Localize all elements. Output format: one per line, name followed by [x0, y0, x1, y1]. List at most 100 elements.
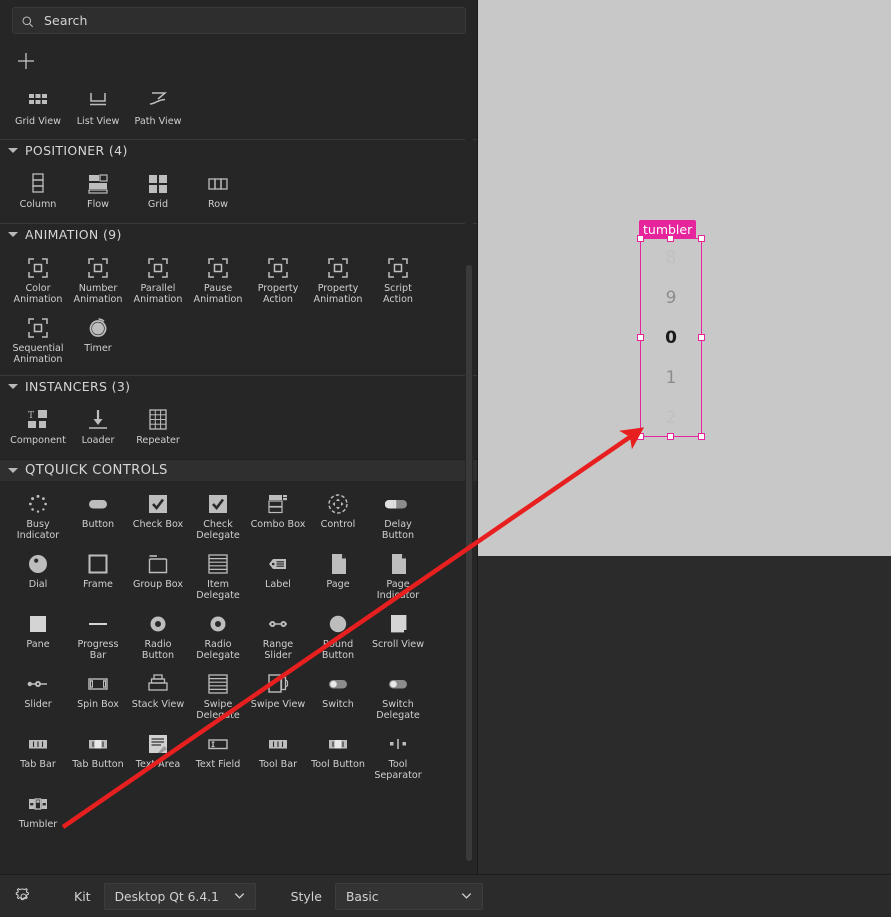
library-item-path-view[interactable]: Path View — [128, 84, 188, 130]
library-item-grid[interactable]: Grid — [128, 167, 188, 213]
grid-icon — [143, 171, 173, 197]
library-item-label: Sequential Animation — [12, 343, 64, 365]
library-item-timer[interactable]: Timer — [68, 311, 128, 365]
chevron-down-icon[interactable] — [460, 887, 473, 906]
library-item-control[interactable]: Control — [308, 487, 368, 541]
library-item-property-animation[interactable]: Property Animation — [308, 251, 368, 305]
library-item-script-action[interactable]: Script Action — [368, 251, 428, 305]
loader-icon — [83, 407, 113, 433]
library-item-label: Label — [265, 579, 291, 590]
library-item-repeater[interactable]: Repeater — [128, 403, 188, 449]
library-item-parallel-animation[interactable]: Parallel Animation — [128, 251, 188, 305]
chevron-down-icon[interactable] — [8, 232, 18, 237]
repeater-icon — [143, 407, 173, 433]
search-input[interactable]: Search — [12, 7, 466, 34]
library-item-item-delegate[interactable]: Item Delegate — [188, 547, 248, 601]
library-scroll-viewport[interactable]: Grid View List View Path View POSITIONER… — [0, 79, 478, 874]
library-item-tool-separator[interactable]: Tool Separator — [368, 727, 428, 781]
library-item-text-field[interactable]: Text Field — [188, 727, 248, 781]
library-item-grid-view[interactable]: Grid View — [8, 84, 68, 130]
library-item-label: Repeater — [136, 435, 180, 446]
library-item-page-indicator[interactable]: Page Indicator — [368, 547, 428, 601]
library-item-pane[interactable]: Pane — [8, 607, 68, 661]
library-item-slider[interactable]: Slider — [8, 667, 68, 721]
library-item-swipe-delegate[interactable]: Swipe Delegate — [188, 667, 248, 721]
library-item-tab-button[interactable]: Tab Button — [68, 727, 128, 781]
library-item-loader[interactable]: Loader — [68, 403, 128, 449]
chevron-down-icon[interactable] — [233, 887, 246, 906]
component-icon: T — [23, 407, 53, 433]
selection-handle-middle-left[interactable] — [637, 334, 644, 341]
library-item-property-action[interactable]: Property Action — [248, 251, 308, 305]
grid-view-icon — [23, 88, 53, 114]
selection-handle-top-center[interactable] — [667, 235, 674, 242]
selection-handle-top-right[interactable] — [698, 235, 705, 242]
library-item-check-box[interactable]: Check Box — [128, 487, 188, 541]
library-scrollbar-thumb[interactable] — [466, 265, 472, 861]
library-item-combo-box[interactable]: Combo Box — [248, 487, 308, 541]
selection-handle-bottom-left[interactable] — [637, 433, 644, 440]
selection-handle-bottom-center[interactable] — [667, 433, 674, 440]
library-item-label: Delay Button — [381, 519, 415, 541]
library-item-radio-button[interactable]: Radio Button — [128, 607, 188, 661]
library-item-frame[interactable]: Frame — [68, 547, 128, 601]
style-select[interactable]: Basic — [334, 883, 483, 910]
chevron-down-icon[interactable] — [8, 468, 18, 473]
selection-handle-bottom-right[interactable] — [698, 433, 705, 440]
library-item-delay-button[interactable]: Delay Button — [368, 487, 428, 541]
library-item-label: Check Box — [132, 519, 184, 530]
library-item-stack-view[interactable]: Stack View — [128, 667, 188, 721]
library-item-round-button[interactable]: Round Button — [308, 607, 368, 661]
library-item-row[interactable]: Row — [188, 167, 248, 213]
library-item-tool-button[interactable]: Tool Button — [308, 727, 368, 781]
selection-handle-top-left[interactable] — [637, 235, 644, 242]
selection-handle-middle-right[interactable] — [698, 334, 705, 341]
canvas-tumbler-component[interactable]: 8 9 0 1 2 — [641, 239, 701, 436]
library-item-component[interactable]: T Component — [8, 403, 68, 449]
library-item-swipe-view[interactable]: Swipe View — [248, 667, 308, 721]
library-item-flow[interactable]: Flow — [68, 167, 128, 213]
library-item-label: Check Delegate — [196, 519, 240, 541]
library-item-tab-bar[interactable]: Tab Bar — [8, 727, 68, 781]
section-header-positioner[interactable]: POSITIONER (4) — [0, 139, 478, 161]
library-item-dial[interactable]: Dial — [8, 547, 68, 601]
kit-select[interactable]: Desktop Qt 6.4.1 — [103, 883, 256, 910]
library-item-color-animation[interactable]: Color Animation — [8, 251, 68, 305]
library-item-sequential-animation[interactable]: Sequential Animation — [8, 311, 68, 365]
library-item-pause-animation[interactable]: Pause Animation — [188, 251, 248, 305]
library-item-label: Round Button — [321, 639, 355, 661]
library-item-text-area[interactable]: Text Area — [128, 727, 188, 781]
plus-icon[interactable] — [15, 50, 37, 72]
swipe-view-icon — [263, 671, 293, 697]
library-item-busy-indicator[interactable]: Busy Indicator — [8, 487, 68, 541]
library-item-group-box[interactable]: Group Box — [128, 547, 188, 601]
library-item-button[interactable]: Button — [68, 487, 128, 541]
library-item-switch-delegate[interactable]: Switch Delegate — [368, 667, 428, 721]
library-item-progress-bar[interactable]: Progress Bar — [68, 607, 128, 661]
library-item-list-view[interactable]: List View — [68, 84, 128, 130]
library-item-radio-delegate[interactable]: Radio Delegate — [188, 607, 248, 661]
gear-icon[interactable] — [14, 887, 34, 907]
kit-value: Desktop Qt 6.4.1 — [114, 889, 219, 904]
section-header-animation[interactable]: ANIMATION (9) — [0, 223, 478, 245]
library-item-check-delegate[interactable]: Check Delegate — [188, 487, 248, 541]
library-item-label: Button — [81, 519, 115, 530]
section-title: INSTANCERS (3) — [25, 379, 131, 394]
section-header-qtquick-controls[interactable]: QTQUICK CONTROLS — [0, 459, 478, 481]
library-item-spin-box[interactable]: Spin Box — [68, 667, 128, 721]
tumbler-value-1: 9 — [665, 287, 677, 308]
library-item-tool-bar[interactable]: Tool Bar — [248, 727, 308, 781]
section-grid-positioner: Column Flow Grid Row — [0, 161, 478, 223]
library-item-switch[interactable]: Switch — [308, 667, 368, 721]
library-item-range-slider[interactable]: Range Slider — [248, 607, 308, 661]
library-item-column[interactable]: Column — [8, 167, 68, 213]
section-header-instancers[interactable]: INSTANCERS (3) — [0, 375, 478, 397]
library-item-tumbler[interactable]: Tumbler — [8, 787, 68, 833]
library-item-page[interactable]: Page — [308, 547, 368, 601]
library-item-label[interactable]: Label — [248, 547, 308, 601]
library-item-scroll-view[interactable]: Scroll View — [368, 607, 428, 661]
chevron-down-icon[interactable] — [8, 148, 18, 153]
chevron-down-icon[interactable] — [8, 384, 18, 389]
text-area-icon — [143, 731, 173, 757]
library-item-number-animation[interactable]: Number Animation — [68, 251, 128, 305]
